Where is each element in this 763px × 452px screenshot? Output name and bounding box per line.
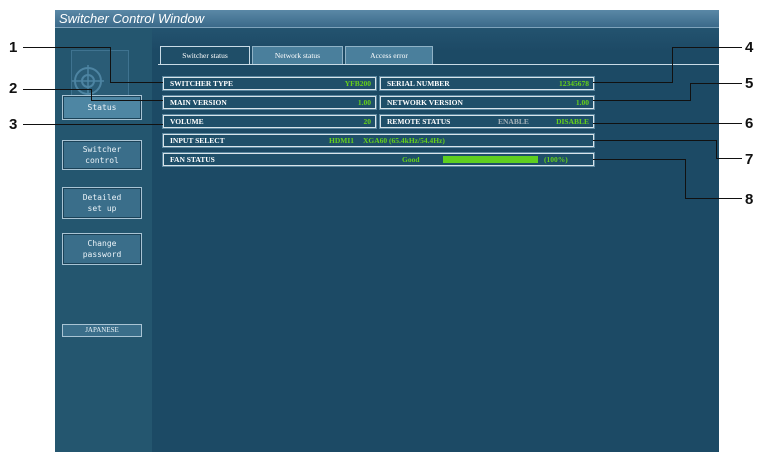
remote-enable-value: ENABLE [498, 117, 529, 126]
logo [71, 50, 129, 98]
window-title: Switcher Control Window [59, 11, 205, 26]
remote-status-label: REMOTE STATUS [387, 117, 451, 126]
volume-label: VOLUME [170, 117, 204, 126]
tab-switcher-status[interactable]: Switcher status [160, 46, 250, 65]
leader-line-1c [110, 82, 163, 83]
leader-line-2a [23, 89, 91, 90]
input-select-signal: XGA60 (65.4kHz/54.4Hz) [363, 136, 445, 145]
leader-line-3 [23, 124, 163, 125]
leader-line-8b [685, 159, 686, 199]
input-select-field: INPUT SELECT HDMI1 XGA60 (65.4kHz/54.4Hz… [163, 134, 594, 147]
main-version-value: 1.00 [357, 98, 371, 107]
leader-line-5c [593, 100, 691, 101]
logo-icon [72, 65, 104, 97]
serial-number-value: 12345678 [559, 79, 589, 88]
leader-line-1a [23, 47, 110, 48]
leader-line-1b [110, 47, 111, 83]
fan-status-label: FAN STATUS [170, 155, 215, 164]
callout-3: 3 [9, 116, 18, 133]
callout-5: 5 [745, 75, 754, 92]
fan-status-state: Good [402, 155, 420, 164]
volume-field: VOLUME 20 [163, 115, 376, 128]
input-select-label: INPUT SELECT [170, 136, 225, 145]
japanese-language-button[interactable]: JAPANESE [62, 324, 142, 337]
serial-number-field: SERIAL NUMBER 12345678 [380, 77, 594, 90]
volume-value: 20 [363, 117, 372, 126]
leader-line-2c [91, 100, 163, 101]
remote-disable-value: DISABLE [556, 117, 589, 126]
leader-line-4b [672, 47, 673, 83]
leader-line-8a [593, 159, 686, 160]
switcher-type-field: SWITCHER TYPE YFB200 [163, 77, 376, 90]
leader-line-7c [716, 158, 742, 159]
tab-divider [158, 64, 719, 65]
leader-line-7b [716, 140, 717, 159]
network-version-field: NETWORK VERSION 1.00 [380, 96, 594, 109]
callout-1: 1 [9, 39, 18, 56]
tab-access-error[interactable]: Access error [345, 46, 433, 65]
callout-7: 7 [745, 151, 754, 168]
callout-6: 6 [745, 115, 754, 132]
change-password-button[interactable]: Change password [62, 233, 142, 265]
callout-4: 4 [745, 39, 754, 56]
serial-number-label: SERIAL NUMBER [387, 79, 450, 88]
switcher-type-value: YFB200 [344, 79, 371, 88]
status-button[interactable]: Status [62, 95, 142, 120]
fan-status-field: FAN STATUS Good (100%) [163, 153, 594, 166]
switcher-control-window: Switcher Control Window Status Switcher … [55, 10, 719, 452]
network-version-value: 1.00 [575, 98, 589, 107]
remote-status-field: REMOTE STATUS ENABLE DISABLE [380, 115, 594, 128]
sidebar: Status Switcher control Detailed set up … [55, 28, 152, 452]
leader-line-7a [593, 140, 717, 141]
leader-line-4c [593, 82, 673, 83]
switcher-type-label: SWITCHER TYPE [170, 79, 234, 88]
main-version-label: MAIN VERSION [170, 98, 227, 107]
title-bar: Switcher Control Window [55, 10, 719, 28]
detailed-setup-button[interactable]: Detailed set up [62, 187, 142, 219]
main-content [152, 50, 719, 452]
leader-line-8c [685, 198, 742, 199]
fan-status-percent: (100%) [544, 155, 568, 164]
callout-2: 2 [9, 80, 18, 97]
network-version-label: NETWORK VERSION [387, 98, 463, 107]
tab-network-status[interactable]: Network status [252, 46, 343, 65]
input-select-input: HDMI1 [329, 136, 354, 145]
main-version-field: MAIN VERSION 1.00 [163, 96, 376, 109]
switcher-control-button[interactable]: Switcher control [62, 140, 142, 170]
callout-8: 8 [745, 191, 754, 208]
leader-line-6 [593, 123, 742, 124]
leader-line-4a [672, 47, 742, 48]
leader-line-5a [690, 83, 742, 84]
fan-level-bar [443, 156, 538, 163]
leader-line-5b [690, 83, 691, 101]
